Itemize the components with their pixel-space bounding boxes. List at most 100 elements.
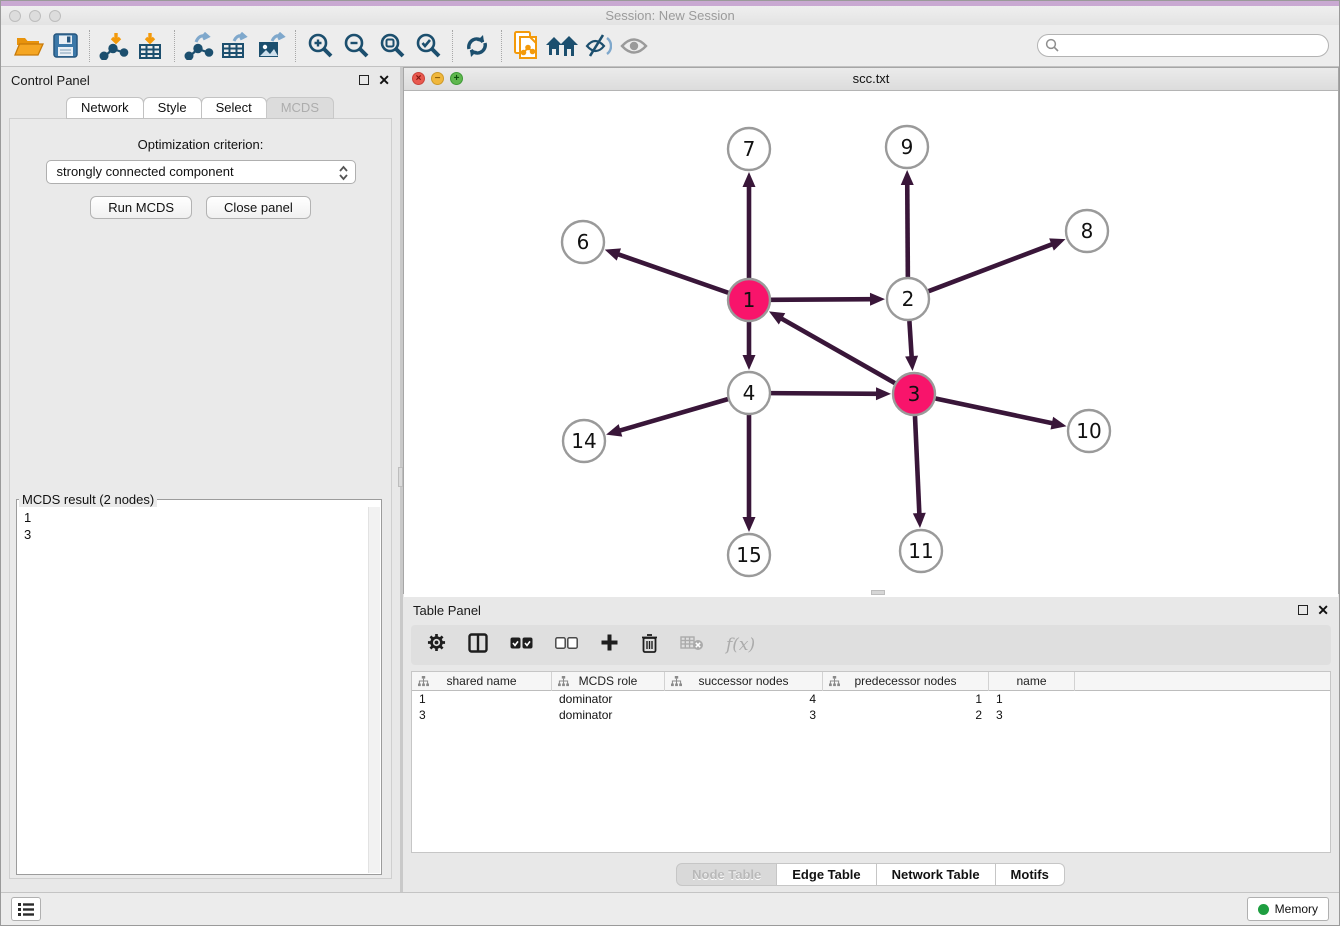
toolbar-separator: [452, 30, 453, 62]
import-table-button[interactable]: [132, 29, 168, 63]
show-panel-button[interactable]: [616, 29, 652, 63]
tab-network-table[interactable]: Network Table: [876, 863, 996, 886]
task-history-button[interactable]: [11, 897, 41, 921]
edge-1-2[interactable]: [771, 299, 873, 300]
edge-2-3[interactable]: [909, 321, 911, 359]
zoom-out-button[interactable]: [338, 29, 374, 63]
tab-network[interactable]: Network: [66, 97, 144, 119]
node-4[interactable]: 4: [728, 372, 770, 414]
edge-3-1[interactable]: [779, 317, 894, 383]
edge-3-11[interactable]: [915, 416, 919, 516]
column-header-name[interactable]: name: [989, 672, 1075, 691]
node-15[interactable]: 15: [728, 534, 770, 576]
table-row[interactable]: 3dominator323: [412, 707, 1330, 723]
node-table[interactable]: shared nameMCDS rolesuccessor nodesprede…: [411, 671, 1331, 853]
tab-mcds[interactable]: MCDS: [266, 97, 334, 119]
zoom-window-icon[interactable]: [49, 10, 61, 22]
float-table-panel-icon[interactable]: [1298, 605, 1308, 615]
delete-column-button[interactable]: [641, 633, 658, 658]
close-window-icon[interactable]: [9, 10, 21, 22]
zoom-in-button[interactable]: [302, 29, 338, 63]
splitter-handle[interactable]: [398, 467, 403, 487]
edge-4-14[interactable]: [618, 399, 728, 431]
delete-table-icon: [680, 635, 704, 651]
delete-table-button[interactable]: [680, 635, 704, 656]
column-header-successor-nodes[interactable]: successor nodes: [665, 672, 823, 691]
node-8[interactable]: 8: [1066, 210, 1108, 252]
minimize-network-icon[interactable]: −: [431, 72, 444, 85]
node-14[interactable]: 14: [563, 420, 605, 462]
node-9[interactable]: 9: [886, 126, 928, 168]
tab-node-table[interactable]: Node Table: [676, 863, 777, 886]
column-header-predecessor-nodes[interactable]: predecessor nodes: [823, 672, 989, 691]
zoom-fit-button[interactable]: [374, 29, 410, 63]
maximize-network-icon[interactable]: +: [450, 72, 463, 85]
node-6[interactable]: 6: [562, 221, 604, 263]
optimization-criterion-select[interactable]: strongly connected component: [46, 160, 356, 184]
close-network-icon[interactable]: ×: [412, 72, 425, 85]
show-column-button[interactable]: [468, 633, 488, 658]
chevron-up-down-icon: [338, 164, 349, 189]
zoom-selected-button[interactable]: [410, 29, 446, 63]
edge-3-10[interactable]: [936, 399, 1055, 424]
edge-4-3[interactable]: [771, 393, 879, 394]
tab-style[interactable]: Style: [143, 97, 202, 119]
select-all-button[interactable]: [510, 636, 533, 654]
save-session-button[interactable]: [47, 29, 83, 63]
arrowhead-icon: [743, 355, 756, 370]
tab-motifs[interactable]: Motifs: [995, 863, 1065, 886]
export-network-button[interactable]: [181, 29, 217, 63]
column-header-shared-name[interactable]: shared name: [412, 672, 552, 691]
import-network-button[interactable]: [96, 29, 132, 63]
add-column-button[interactable]: [600, 633, 619, 657]
apply-layout-button[interactable]: [459, 29, 495, 63]
open-folder-button[interactable]: [11, 29, 47, 63]
arrowhead-icon: [1049, 238, 1065, 250]
table-settings-button[interactable]: [427, 633, 446, 657]
node-2[interactable]: 2: [887, 278, 929, 320]
column-header-MCDS-role[interactable]: MCDS role: [552, 672, 665, 691]
svg-text:7: 7: [743, 137, 756, 161]
arrowhead-icon: [901, 170, 914, 185]
close-table-panel-icon[interactable]: ✕: [1317, 605, 1329, 615]
table-row[interactable]: 1dominator411: [412, 691, 1330, 707]
tab-edge-table[interactable]: Edge Table: [776, 863, 876, 886]
edge-2-8[interactable]: [929, 243, 1055, 291]
node-11[interactable]: 11: [900, 530, 942, 572]
close-panel-icon[interactable]: ✕: [378, 75, 390, 85]
network-from-file-button[interactable]: [508, 29, 544, 63]
node-1[interactable]: 1: [728, 279, 770, 321]
node-7[interactable]: 7: [728, 128, 770, 170]
function-builder-button[interactable]: f(x): [726, 635, 755, 655]
home-button[interactable]: [544, 29, 580, 63]
run-mcds-button[interactable]: Run MCDS: [90, 196, 192, 219]
close-panel-button[interactable]: Close panel: [206, 196, 311, 219]
zoom-out-icon: [342, 32, 370, 60]
edge-2-9[interactable]: [907, 182, 908, 277]
node-10[interactable]: 10: [1068, 410, 1110, 452]
export-table-button[interactable]: [217, 29, 253, 63]
deselect-all-button[interactable]: [555, 636, 578, 654]
export-image-button[interactable]: [253, 29, 289, 63]
network-window-titlebar[interactable]: × − + scc.txt: [404, 68, 1338, 91]
network-resize-handle[interactable]: [871, 590, 885, 595]
tab-select[interactable]: Select: [201, 97, 267, 119]
result-scrollbar[interactable]: [368, 507, 380, 873]
float-panel-icon[interactable]: [359, 75, 369, 85]
svg-text:1: 1: [743, 288, 756, 312]
search-input[interactable]: [1037, 34, 1329, 57]
window-titlebar[interactable]: Session: New Session: [1, 6, 1339, 25]
node-3[interactable]: 3: [893, 373, 935, 415]
table-panel: Table Panel ✕: [403, 597, 1339, 892]
table-cell: 3: [412, 707, 552, 723]
refresh-layout-icon: [463, 33, 491, 59]
select-all-icon: [510, 637, 533, 649]
network-canvas[interactable]: 7 9 6 8 1 2 4 3 14 10 15 11: [404, 91, 1338, 599]
minimize-window-icon[interactable]: [29, 10, 41, 22]
zoom-in-icon: [306, 32, 334, 60]
edge-1-6[interactable]: [616, 254, 728, 293]
hide-panel-button[interactable]: [580, 29, 616, 63]
memory-button[interactable]: Memory: [1247, 897, 1329, 921]
network-graph[interactable]: 7 9 6 8 1 2 4 3 14 10 15 11: [404, 91, 1338, 594]
open-folder-icon: [14, 34, 44, 58]
